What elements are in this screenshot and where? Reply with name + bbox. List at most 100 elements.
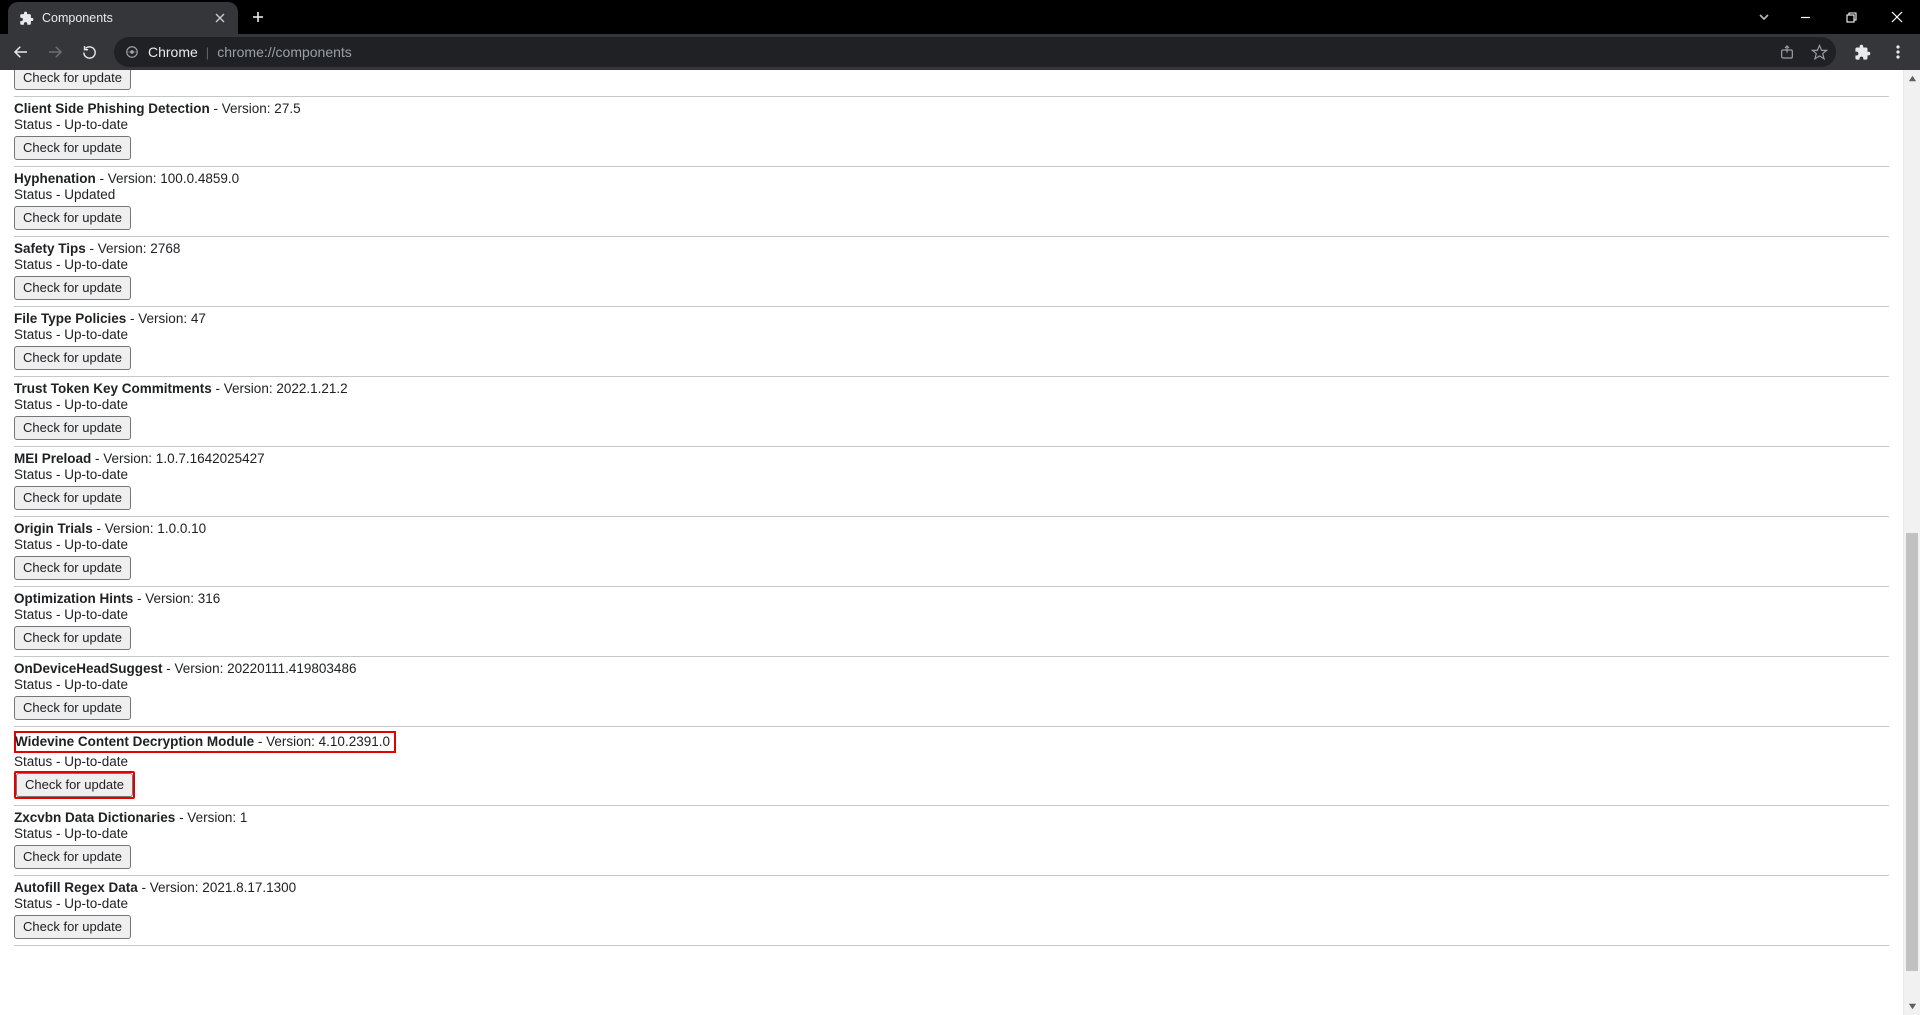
component-header: Zxcvbn Data Dictionaries - Version: 1 xyxy=(14,810,1889,825)
component-name: Autofill Regex Data xyxy=(14,880,138,895)
check-for-update-button[interactable]: Check for update xyxy=(14,626,131,650)
scroll-track[interactable] xyxy=(1904,87,1920,998)
component-row: Check for update xyxy=(14,70,1889,97)
component-name: Zxcvbn Data Dictionaries xyxy=(14,810,175,825)
component-header: MEI Preload - Version: 1.0.7.1642025427 xyxy=(14,451,1889,466)
check-for-update-button[interactable]: Check for update xyxy=(14,416,131,440)
site-info-icon[interactable] xyxy=(124,44,140,60)
back-button[interactable] xyxy=(6,37,36,67)
url-scheme: Chrome xyxy=(148,44,198,60)
component-row: Safety Tips - Version: 2768Status - Up-t… xyxy=(14,237,1889,307)
check-for-update-button[interactable]: Check for update xyxy=(14,70,131,90)
reload-button[interactable] xyxy=(74,37,104,67)
forward-button[interactable] xyxy=(40,37,70,67)
component-version: - Version: 1.0.7.1642025427 xyxy=(91,451,264,466)
component-header: File Type Policies - Version: 47 xyxy=(14,311,1889,326)
scroll-thumb[interactable] xyxy=(1906,533,1918,970)
highlight-box: Check for update xyxy=(14,771,135,799)
component-name: Hyphenation xyxy=(14,171,96,186)
component-name: Origin Trials xyxy=(14,521,93,536)
component-header: Widevine Content Decryption Module - Ver… xyxy=(14,731,1889,753)
component-header: Origin Trials - Version: 1.0.0.10 xyxy=(14,521,1889,536)
check-for-update-button[interactable]: Check for update xyxy=(14,206,131,230)
url-separator: | xyxy=(206,45,209,60)
component-header: Client Side Phishing Detection - Version… xyxy=(14,101,1889,116)
component-version: - Version: 100.0.4859.0 xyxy=(96,171,239,186)
component-status: Status - Up-to-date xyxy=(14,257,1889,272)
check-for-update-button[interactable]: Check for update xyxy=(14,696,131,720)
check-for-update-button[interactable]: Check for update xyxy=(14,915,131,939)
component-version: - Version: 2022.1.21.2 xyxy=(212,381,348,396)
component-row: Optimization Hints - Version: 316Status … xyxy=(14,587,1889,657)
component-status: Status - Up-to-date xyxy=(14,327,1889,342)
close-tab-button[interactable] xyxy=(212,10,228,26)
check-for-update-button[interactable]: Check for update xyxy=(14,556,131,580)
component-header: Autofill Regex Data - Version: 2021.8.17… xyxy=(14,880,1889,895)
component-version: - Version: 1.0.0.10 xyxy=(93,521,206,536)
component-row: OnDeviceHeadSuggest - Version: 20220111.… xyxy=(14,657,1889,727)
component-status: Status - Up-to-date xyxy=(14,537,1889,552)
close-window-button[interactable] xyxy=(1874,0,1920,34)
highlight-box: Widevine Content Decryption Module - Ver… xyxy=(14,731,396,753)
browser-tab[interactable]: Components xyxy=(8,2,238,34)
check-for-update-button[interactable]: Check for update xyxy=(14,845,131,869)
component-status: Status - Up-to-date xyxy=(14,467,1889,482)
check-for-update-button[interactable]: Check for update xyxy=(14,276,131,300)
component-name: Client Side Phishing Detection xyxy=(14,101,210,116)
component-row: Client Side Phishing Detection - Version… xyxy=(14,97,1889,167)
component-name: Widevine Content Decryption Module xyxy=(15,734,254,749)
component-row: Trust Token Key Commitments - Version: 2… xyxy=(14,377,1889,447)
browser-toolbar: Chrome | chrome://components xyxy=(0,34,1920,70)
component-status: Status - Up-to-date xyxy=(14,677,1889,692)
components-page: Check for update Client Side Phishing Det… xyxy=(0,70,1903,1015)
browser-titlebar: Components xyxy=(0,0,1920,34)
scroll-down-arrow[interactable] xyxy=(1904,998,1920,1015)
check-for-update-button[interactable]: Check for update xyxy=(14,346,131,370)
component-name: OnDeviceHeadSuggest xyxy=(14,661,163,676)
component-row: Widevine Content Decryption Module - Ver… xyxy=(14,727,1889,806)
component-version: - Version: 20220111.419803486 xyxy=(163,661,357,676)
component-row: MEI Preload - Version: 1.0.7.1642025427S… xyxy=(14,447,1889,517)
component-header: OnDeviceHeadSuggest - Version: 20220111.… xyxy=(14,661,1889,676)
scroll-up-arrow[interactable] xyxy=(1904,70,1920,87)
component-header: Trust Token Key Commitments - Version: 2… xyxy=(14,381,1889,396)
component-status: Status - Up-to-date xyxy=(14,607,1889,622)
check-for-update-button[interactable]: Check for update xyxy=(16,773,133,797)
browser-menu-button[interactable] xyxy=(1882,36,1914,68)
component-version: - Version: 47 xyxy=(126,311,206,326)
component-row: Zxcvbn Data Dictionaries - Version: 1Sta… xyxy=(14,806,1889,876)
component-header: Hyphenation - Version: 100.0.4859.0 xyxy=(14,171,1889,186)
content-area: Check for update Client Side Phishing Det… xyxy=(0,70,1920,1015)
component-name: Trust Token Key Commitments xyxy=(14,381,212,396)
component-name: MEI Preload xyxy=(14,451,91,466)
tab-search-button[interactable] xyxy=(1746,10,1782,24)
new-tab-button[interactable] xyxy=(244,0,272,34)
component-header: Optimization Hints - Version: 316 xyxy=(14,591,1889,606)
component-row: File Type Policies - Version: 47Status -… xyxy=(14,307,1889,377)
address-bar[interactable]: Chrome | chrome://components xyxy=(114,37,1836,67)
component-status: Status - Up-to-date xyxy=(14,896,1889,911)
component-status: Status - Up-to-date xyxy=(14,826,1889,841)
extension-icon xyxy=(18,10,34,26)
check-for-update-button[interactable]: Check for update xyxy=(14,136,131,160)
share-icon[interactable] xyxy=(1778,43,1796,61)
component-version: - Version: 1 xyxy=(175,810,247,825)
component-version: - Version: 2021.8.17.1300 xyxy=(138,880,296,895)
component-version: - Version: 27.5 xyxy=(210,101,301,116)
component-header: Safety Tips - Version: 2768 xyxy=(14,241,1889,256)
component-name: File Type Policies xyxy=(14,311,126,326)
tab-title: Components xyxy=(42,11,204,25)
check-for-update-button[interactable]: Check for update xyxy=(14,486,131,510)
maximize-window-button[interactable] xyxy=(1828,0,1874,34)
component-version: - Version: 4.10.2391.0 xyxy=(254,734,390,749)
bookmark-star-icon[interactable] xyxy=(1810,43,1828,61)
component-status: Status - Up-to-date xyxy=(14,754,1889,769)
component-status: Status - Updated xyxy=(14,187,1889,202)
minimize-window-button[interactable] xyxy=(1782,0,1828,34)
vertical-scrollbar[interactable] xyxy=(1903,70,1920,1015)
extensions-button[interactable] xyxy=(1846,36,1878,68)
component-row: Origin Trials - Version: 1.0.0.10Status … xyxy=(14,517,1889,587)
component-row: Autofill Regex Data - Version: 2021.8.17… xyxy=(14,876,1889,946)
component-version: - Version: 2768 xyxy=(86,241,181,256)
component-version: - Version: 316 xyxy=(133,591,220,606)
